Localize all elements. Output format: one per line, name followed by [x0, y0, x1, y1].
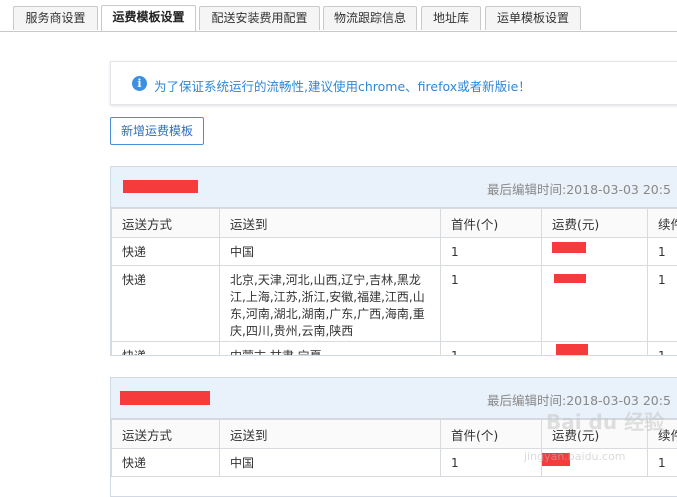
- shipping-template-card: 最后编辑时间:2018-03-03 20:5 运送方式 运送到 首件(个) 运费…: [110, 166, 677, 356]
- destination-line: 庆,四川,贵州,云南,陕西: [230, 323, 440, 340]
- column-header: 运送方式: [112, 209, 220, 238]
- destination-cell: 内蒙古,甘肃,宁夏: [220, 342, 441, 357]
- notice-text: 为了保证系统运行的流畅性,建议使用chrome、firefox或者新版ie！: [154, 76, 531, 95]
- method-cell: 快递: [112, 266, 220, 342]
- continue-item-cell: 1: [648, 266, 677, 342]
- fee-redacted: [554, 274, 586, 283]
- destination-line: 江,上海,江苏,浙江,安徽,福建,江西,山: [230, 289, 440, 306]
- method-cell: 快递: [112, 449, 220, 477]
- first-item-cell: 1: [441, 449, 542, 477]
- tab-address-book[interactable]: 地址库: [421, 6, 481, 30]
- column-header: 续件: [648, 209, 677, 238]
- tab-label: 物流跟踪信息: [334, 11, 406, 25]
- fee-redacted: [556, 344, 588, 356]
- last-edited-time: 最后编辑时间:2018-03-03 20:5: [487, 390, 671, 409]
- column-header: 首件(个): [441, 420, 542, 449]
- table-row: 快递 北京,天津,河北,山西,辽宁,吉林,黑龙 江,上海,江苏,浙江,安徽,福建…: [112, 266, 677, 342]
- destination-line: 东,河南,湖北,湖南,广东,广西,海南,重: [230, 306, 440, 323]
- destination-cell: 中国: [220, 238, 441, 266]
- fee-redacted: [542, 453, 570, 466]
- tab-logistics-tracking[interactable]: 物流跟踪信息: [323, 6, 417, 30]
- fee-cell: [542, 342, 648, 357]
- template-table: 运送方式 运送到 首件(个) 运费(元) 续件 快递 中国 1 1: [111, 419, 677, 477]
- method-cell: 快递: [112, 238, 220, 266]
- tab-provider-settings[interactable]: 服务商设置: [13, 6, 98, 30]
- continue-item-cell: 1: [648, 238, 677, 266]
- tab-label: 运单模板设置: [497, 11, 569, 25]
- template-header: 最后编辑时间:2018-03-03 20:5: [111, 378, 677, 419]
- column-header: 运费(元): [542, 420, 648, 449]
- destination-line: 北京,天津,河北,山西,辽宁,吉林,黑龙: [230, 272, 440, 289]
- add-shipping-template-button[interactable]: 新增运费模板: [110, 117, 204, 145]
- fee-redacted: [552, 242, 586, 253]
- fee-cell: [542, 449, 648, 477]
- template-name-redacted: [123, 180, 198, 193]
- tab-bar: 服务商设置 运费模板设置 配送安装费用配置 物流跟踪信息 地址库 运单模板设置: [0, 0, 677, 32]
- destination-cell: 北京,天津,河北,山西,辽宁,吉林,黑龙 江,上海,江苏,浙江,安徽,福建,江西…: [220, 266, 441, 342]
- table-header-row: 运送方式 运送到 首件(个) 运费(元) 续件: [112, 420, 677, 449]
- column-header: 运费(元): [542, 209, 648, 238]
- column-header: 首件(个): [441, 209, 542, 238]
- shipping-template-card: 最后编辑时间:2018-03-03 20:5 运送方式 运送到 首件(个) 运费…: [110, 377, 677, 497]
- template-name-redacted: [120, 391, 210, 405]
- tab-label: 地址库: [433, 11, 469, 25]
- browser-notice: i 为了保证系统运行的流畅性,建议使用chrome、firefox或者新版ie！: [110, 61, 677, 105]
- template-header: 最后编辑时间:2018-03-03 20:5: [111, 167, 677, 208]
- column-header: 运送到: [220, 209, 441, 238]
- table-row: 快递 中国 1 1: [112, 238, 677, 266]
- fee-cell: [542, 266, 648, 342]
- table-row: 快递 内蒙古,甘肃,宁夏 1 1: [112, 342, 677, 357]
- column-header: 运送到: [220, 420, 441, 449]
- fee-cell: [542, 238, 648, 266]
- column-header: 运送方式: [112, 420, 220, 449]
- tab-label: 运费模板设置: [112, 10, 184, 24]
- destination-cell: 中国: [220, 449, 441, 477]
- first-item-cell: 1: [441, 238, 542, 266]
- table-header-row: 运送方式 运送到 首件(个) 运费(元) 续件: [112, 209, 677, 238]
- table-row: 快递 中国 1 1: [112, 449, 677, 477]
- method-cell: 快递: [112, 342, 220, 357]
- continue-item-cell: 1: [648, 449, 677, 477]
- continue-item-cell: 1: [648, 342, 677, 357]
- tab-shipping-template-settings[interactable]: 运费模板设置: [101, 5, 196, 31]
- tab-delivery-install-fee[interactable]: 配送安装费用配置: [199, 6, 320, 30]
- template-table: 运送方式 运送到 首件(个) 运费(元) 续件 快递 中国 1 1 快递 北京,…: [111, 208, 677, 356]
- first-item-cell: 1: [441, 266, 542, 342]
- info-icon: i: [132, 76, 147, 91]
- first-item-cell: 1: [441, 342, 542, 357]
- last-edited-time: 最后编辑时间:2018-03-03 20:5: [487, 179, 671, 198]
- tab-label: 配送安装费用配置: [211, 11, 307, 25]
- tab-label: 服务商设置: [25, 11, 85, 25]
- tab-waybill-template[interactable]: 运单模板设置: [485, 6, 581, 30]
- column-header: 续件: [648, 420, 677, 449]
